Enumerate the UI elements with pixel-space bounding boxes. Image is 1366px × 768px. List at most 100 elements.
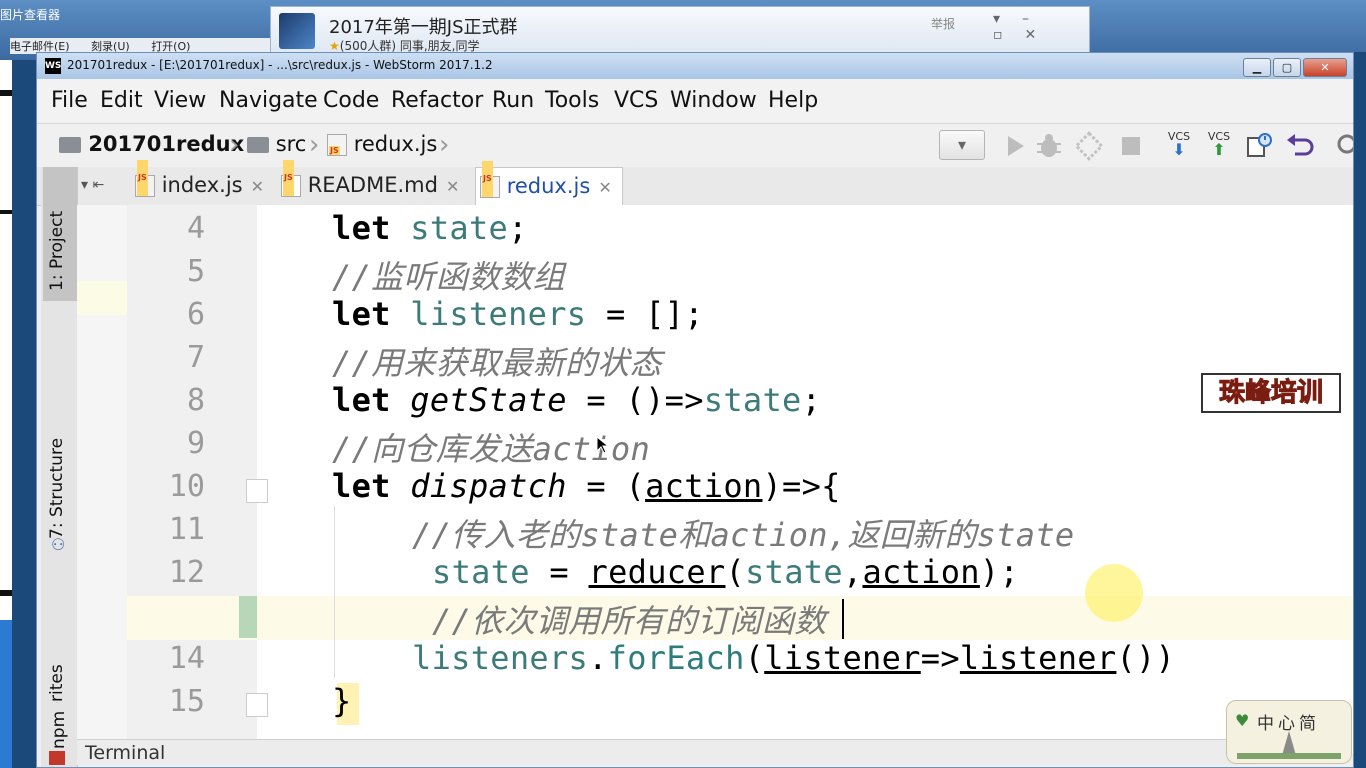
window-titlebar[interactable]: WS 201701redux - [E:\201701redux] - ...\… [37,53,1353,79]
menu-refactor[interactable]: Refactor [391,88,483,113]
identifier: state [703,381,802,419]
code-line-12: state = reducer(state,action); [432,553,1019,591]
parameter: action [645,467,763,505]
keyword: let [332,467,391,505]
maximize-icon[interactable]: ▫ [993,27,1003,43]
code-line-7: //用来获取最新的状态 [332,344,662,382]
menu-file[interactable]: File [51,88,88,113]
editor-gutter: 4 5 6 7 8 9 10 11 12 13 14 15 [127,205,258,753]
keyword: let [332,209,391,247]
markdown-file-icon [281,160,301,197]
punctuation: ; [801,381,822,419]
tab-readme-md[interactable]: README.md ✕ [277,160,471,205]
chevron-down-icon[interactable]: ▾ [993,11,1000,27]
minimize-button[interactable]: ▁ [1243,58,1271,77]
qq-group-popup[interactable]: 2017年第一期JS正式群 ★(500人群) 同事,朋友,同学 举报 ▾ – ▫ ✕ [270,6,1090,54]
close-icon[interactable]: ✕ [446,177,459,196]
tab-redux-js[interactable]: redux.js ✕ [475,161,623,206]
coverage-icon[interactable] [1073,130,1105,162]
input-method-badge[interactable]: ♥ 中心简 [1226,700,1352,764]
left-tool-stripe: 1: Project 7: Structure ⚇ 2: Favorites ★ [41,167,78,767]
collapse-icon[interactable]: ⇤ [92,177,104,193]
arrow-down-icon: ⬇ [1172,140,1186,159]
parameter: action [862,553,980,591]
report-link[interactable]: 举报 [931,15,955,32]
punctuation: ( [744,639,765,677]
breadcrumb-project[interactable]: 201701redux [59,132,244,156]
punctuation: , [842,553,863,591]
tool-npm[interactable]: npm [49,711,69,749]
tab-index-js[interactable]: index.js ✕ [131,160,269,205]
tool-project[interactable]: 1: Project [47,211,67,291]
folder-icon [247,137,269,153]
punctuation: )=>{ [762,467,841,505]
close-icon[interactable]: ✕ [598,178,611,197]
run-config-dropdown[interactable]: ▾ [939,130,985,160]
menu-code[interactable]: Code [323,88,379,113]
run-icon[interactable] [999,130,1031,162]
menu-help[interactable]: Help [768,88,818,113]
chevron-down-icon[interactable]: ▾ [81,177,88,193]
line-number: 14 [168,641,205,676]
menu-bar: File Edit View Navigate Code Refactor Ru… [37,79,1353,123]
function-name: getState [410,381,567,419]
code-line-5: //监听函数数组 [332,258,565,296]
stop-icon[interactable] [1115,130,1147,162]
minimize-icon[interactable]: – [1022,11,1029,27]
cursor-highlight [1085,564,1143,622]
menu-navigate[interactable]: Navigate [219,88,318,113]
debug-icon[interactable] [1033,130,1065,162]
function-call: reducer [588,553,726,591]
popup-window-controls: ▾ – ▫ ✕ [971,11,1089,43]
search-icon[interactable] [1333,130,1354,162]
close-icon[interactable]: ✕ [1025,27,1037,43]
indent-guide [334,506,335,678]
identifier: listeners [412,639,589,677]
identifier: state [745,553,843,591]
tab-actions: ▾ ⇤ [77,167,131,205]
menu-window[interactable]: Window [670,88,757,113]
punctuation: = []; [586,295,704,333]
menu-edit[interactable]: Edit [100,88,143,113]
selected-row-highlight [77,281,127,315]
parameter: listener [959,639,1117,677]
terminal-tool-button[interactable]: Terminal [77,739,1257,765]
revert-icon[interactable] [1283,130,1315,162]
menu-run[interactable]: Run [492,88,534,113]
breadcrumb-separator: › [439,130,450,160]
code-line-6: let listeners = []; [332,295,704,333]
vcs-history-icon[interactable] [1243,130,1275,162]
line-number: 10 [168,469,205,504]
menu-vcs[interactable]: VCS [614,88,658,113]
code-line-10: let dispatch = (action)=>{ [332,467,841,505]
menu-view[interactable]: View [154,88,206,113]
navigation-bar: 201701redux › src › redux.js › ▾ VCS⬇ VC… [37,123,1353,169]
line-number: 8 [186,383,205,418]
identifier: state [410,209,509,247]
maximize-button[interactable]: ▢ [1273,58,1301,77]
image-viewer-title: 图片查看器 [0,8,61,22]
vcs-commit-button[interactable]: VCS ⬆ [1203,130,1235,162]
close-icon[interactable]: ✕ [251,177,264,196]
window-controls: ▁ ▢ ✕ [1241,56,1347,77]
change-marker [239,596,257,638]
vcs-update-button[interactable]: VCS ⬇ [1163,130,1195,162]
tool-structure[interactable]: 7: Structure [47,438,67,539]
line-number: 6 [186,297,205,332]
fold-marker[interactable] [246,693,268,717]
punctuation: = ()=> [566,381,704,419]
project-panel[interactable] [77,205,128,753]
identifier: listeners [410,295,587,333]
breadcrumb-file[interactable]: redux.js [327,132,437,156]
js-file-icon [135,160,155,197]
method-call: forEach [607,639,745,677]
fold-marker[interactable] [246,479,268,503]
code-line-14: listeners.forEach(listener=>listener()) [412,639,1175,677]
line-number: 9 [186,426,205,461]
arrow-up-icon: ⬆ [1212,140,1226,159]
menu-tools[interactable]: Tools [545,88,599,113]
breadcrumb-folder[interactable]: src [247,132,306,156]
breadcrumb-separator: › [309,130,320,160]
close-button[interactable]: ✕ [1303,58,1347,77]
webstorm-logo-icon: WS [45,58,61,74]
